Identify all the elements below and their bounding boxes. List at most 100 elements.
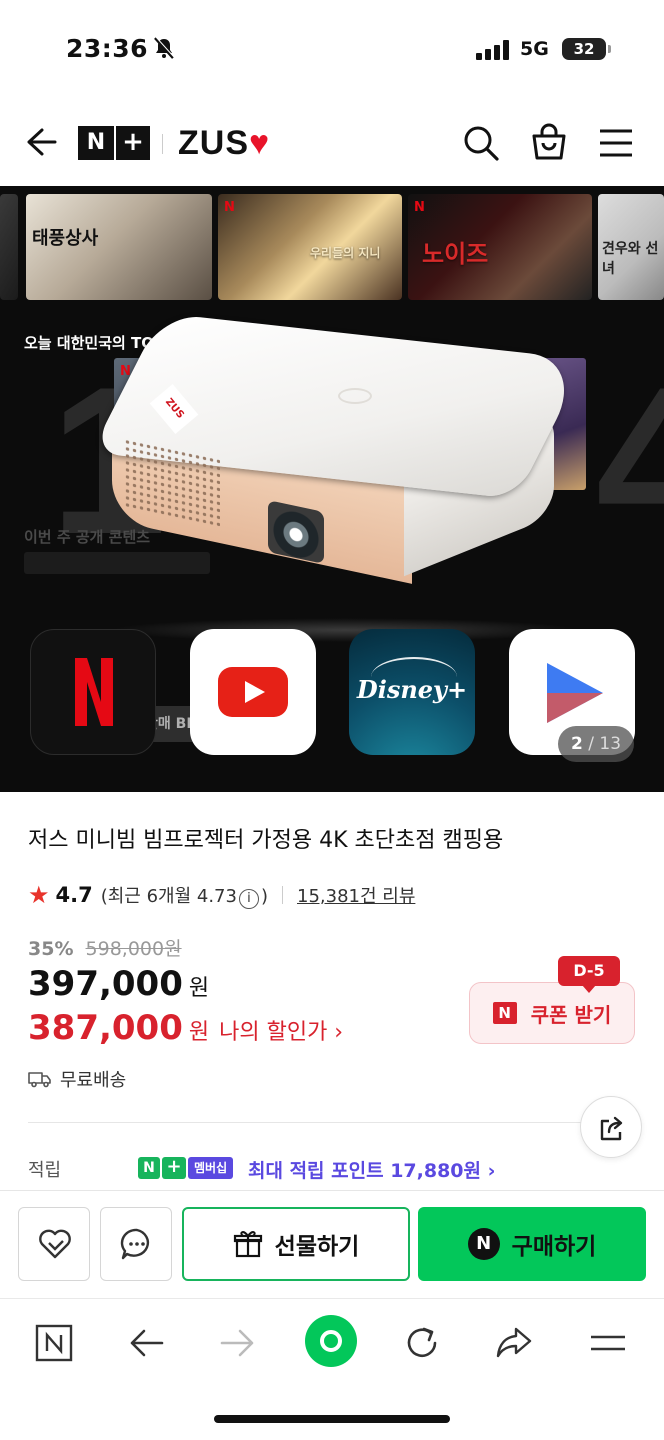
talk-button[interactable] (100, 1207, 172, 1281)
share-arrow-icon[interactable] (494, 1323, 538, 1367)
status-time: 23:36 (66, 34, 149, 63)
thumbnail-title: 우리들의 지니 (310, 246, 381, 260)
truck-icon (28, 1072, 51, 1088)
product-image-carousel[interactable]: 태풍상사 N 우리들의 지니 N 노이즈 견우와 선녀 오늘 대한민국의 TOP 1… (0, 186, 664, 792)
gift-button[interactable]: 선물하기 (182, 1207, 410, 1281)
content-thumbnail (0, 194, 18, 300)
browser-forward-icon[interactable] (218, 1323, 262, 1367)
gift-label: 선물하기 (274, 1234, 360, 1260)
thumbnail-title: 노이즈 (422, 240, 489, 268)
pager-total: 13 (599, 734, 622, 754)
reload-icon[interactable] (402, 1323, 446, 1367)
battery-icon: 32 (562, 38, 611, 60)
shipping-info: 무료배송 (28, 1066, 126, 1092)
browser-back-icon[interactable] (126, 1323, 170, 1367)
hamburger-menu-icon[interactable] (598, 128, 634, 162)
content-thumbnail: N 우리들의 지니 (218, 194, 402, 300)
more-menu-icon[interactable] (588, 1323, 632, 1367)
naver-n-icon: N (138, 1157, 160, 1179)
dday-badge: D-5 (558, 956, 620, 993)
play-triangle-accent (547, 693, 603, 723)
gift-icon (233, 1231, 262, 1258)
pager-separator: / (588, 734, 594, 754)
header-divider (162, 134, 163, 154)
share-button[interactable] (580, 1096, 642, 1158)
site-header: N + ZUS♥ (0, 100, 664, 186)
status-bar: 23:36 5G 32 (0, 0, 664, 100)
plus-icon: + (162, 1157, 186, 1179)
points-label: 적립 (28, 1160, 62, 1181)
content-thumbnail: N 노이즈 (408, 194, 592, 300)
my-price-unit: 원 (188, 1020, 210, 1045)
nplus-plus: + (116, 126, 150, 160)
product-title: 저스 미니빔 빔프로젝터 가정용 4K 초단초점 캠핑용 (28, 828, 504, 853)
netflix-app-icon (30, 629, 156, 755)
projector-image: ZUS (91, 313, 587, 592)
logo-text: ZUS (162, 396, 186, 421)
back-arrow-icon[interactable] (22, 124, 58, 164)
buy-button[interactable]: N 구매하기 (418, 1207, 646, 1281)
green-home-button[interactable] (305, 1315, 357, 1367)
nplus-n: N (78, 126, 114, 160)
bell-muted-icon (152, 36, 176, 63)
projector-shadow (110, 618, 580, 642)
wishlist-button[interactable] (18, 1207, 90, 1281)
my-price-label: 나의 할인가 › (219, 1020, 344, 1045)
power-button (338, 388, 372, 404)
thumbnail-title: 견우와 선녀 (602, 241, 659, 277)
content-thumbnail: 태풍상사 (26, 194, 212, 300)
disney-wordmark: Disney+ (356, 675, 468, 704)
discount-row: 35% 598,000원 (28, 934, 182, 961)
youtube-play-icon (218, 667, 288, 717)
heart-outline-icon (39, 1229, 71, 1259)
membership-badge: N + 멤버십 (138, 1156, 234, 1180)
review-count-link[interactable]: 15,381건 리뷰 (297, 882, 415, 908)
netflix-n-icon: N (224, 200, 235, 215)
original-price: 598,000원 (85, 938, 182, 960)
battery-level: 32 (573, 40, 595, 58)
my-price-value: 387,000 (28, 1008, 183, 1048)
coupon-label: 쿠폰 받기 (530, 1002, 612, 1027)
search-icon[interactable] (462, 124, 500, 166)
naver-home-icon[interactable] (34, 1323, 78, 1367)
price-unit: 원 (188, 976, 210, 1001)
share-icon (600, 1116, 623, 1141)
rank-number: 4 (596, 343, 664, 578)
brand-name: ZUS (178, 124, 249, 162)
thumbnail-title: 태풍상사 (32, 228, 99, 249)
netflix-n-icon: N (414, 200, 425, 215)
store-brand-logo[interactable]: ZUS♥ (178, 124, 270, 163)
discount-percent: 35% (28, 938, 74, 960)
shipping-text: 무료배송 (60, 1070, 127, 1091)
heart-icon: ♥ (249, 124, 271, 162)
buy-label: 구매하기 (511, 1234, 597, 1260)
naver-pay-icon: N (467, 1228, 500, 1260)
pager-current: 2 (570, 734, 583, 754)
section-divider (28, 1122, 636, 1123)
network-type: 5G (520, 38, 549, 60)
recent-rating-text: (최근 6개월 4.73 (100, 885, 237, 907)
home-indicator (214, 1415, 450, 1423)
star-icon: ★ (28, 881, 50, 909)
recent-rating: (최근 6개월 4.73 i) (101, 882, 268, 909)
purchase-action-bar: 선물하기 N 구매하기 (0, 1190, 664, 1298)
membership-label: 멤버십 (188, 1157, 234, 1179)
youtube-app-icon (190, 629, 316, 755)
image-pager: 2 / 13 (558, 726, 634, 762)
rating-score: 4.7 (55, 883, 93, 907)
shopping-bag-icon[interactable] (530, 122, 568, 166)
naver-plus-logo[interactable]: N + (78, 126, 150, 160)
points-row[interactable]: 적립 N + 멤버십 최대 적립 포인트 17,880원 › (28, 1152, 648, 1184)
content-thumbnail: 견우와 선녀 (598, 194, 664, 300)
chat-bubble-icon (120, 1228, 150, 1260)
price-value: 397,000 (28, 964, 183, 1004)
sale-price: 397,000 원 (28, 964, 209, 1004)
rating-row: ★ 4.7 (최근 6개월 4.73 i) 15,381건 리뷰 (28, 880, 415, 910)
disney-plus-app-icon: Disney+ (349, 629, 475, 755)
divider (282, 886, 283, 904)
info-icon[interactable]: i (238, 888, 259, 909)
coupon-button[interactable]: N 쿠폰 받기 (469, 982, 635, 1044)
my-discount-price[interactable]: 387,000 원 나의 할인가 › (28, 1008, 343, 1048)
recent-rating-close: ) (260, 885, 268, 907)
max-points-text: 최대 적립 포인트 17,880원 › (248, 1160, 496, 1182)
